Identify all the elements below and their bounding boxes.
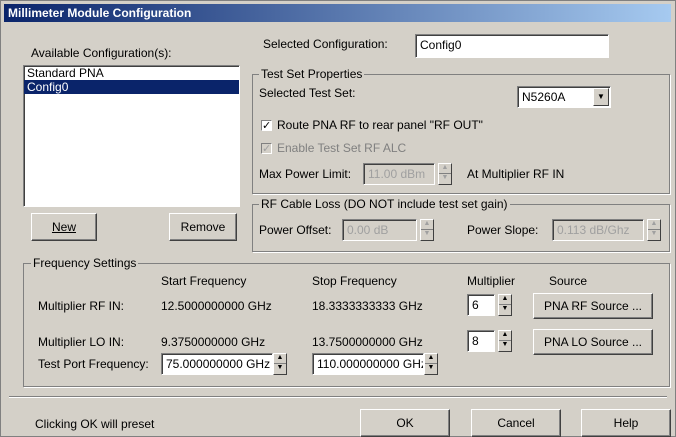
rf-multiplier-field[interactable]: 6 <box>467 294 495 316</box>
spin-down-icon[interactable]: ▼ <box>439 174 451 184</box>
enable-alc-checkbox[interactable]: ✓ <box>261 143 272 155</box>
power-slope-label: Power Slope: <box>467 223 539 237</box>
route-rf-checkbox[interactable]: ✓ <box>261 120 272 132</box>
spin-up-icon[interactable]: ▲ <box>421 220 433 230</box>
source-header: Source <box>549 274 588 288</box>
rf-start-frequency: 12.5000000000 GHz <box>161 299 272 313</box>
test-set-properties-label: Test Set Properties <box>259 67 365 81</box>
power-offset-spinner[interactable]: ▲ ▼ <box>420 219 434 241</box>
remove-button-label: Remove <box>180 220 226 234</box>
config-item-standard-pna[interactable]: Standard PNA <box>24 66 239 80</box>
power-offset-label: Power Offset: <box>259 223 332 237</box>
at-multiplier-label: At Multiplier RF IN <box>467 167 565 181</box>
lo-multiplier-spinner[interactable]: ▲ ▼ <box>498 330 512 352</box>
window-title: Millimeter Module Configuration <box>8 6 192 20</box>
pna-rf-source-button[interactable]: PNA RF Source ... <box>533 293 653 319</box>
cancel-button-label: Cancel <box>497 416 535 430</box>
multiplier-lo-in-label: Multiplier LO IN: <box>38 335 125 349</box>
ok-button[interactable]: OK <box>360 409 450 437</box>
start-frequency-header: Start Frequency <box>161 274 247 288</box>
spin-down-icon[interactable]: ▼ <box>274 364 286 374</box>
max-power-spinner[interactable]: ▲ ▼ <box>438 163 452 185</box>
pna-rf-source-label: PNA RF Source ... <box>543 299 643 313</box>
power-offset-field[interactable]: 0.00 dB <box>342 219 417 241</box>
new-button-label: New <box>51 220 76 234</box>
test-port-stop-field[interactable]: 110.000000000 GHz <box>312 353 424 375</box>
test-port-start-spinner[interactable]: ▲ ▼ <box>273 353 287 375</box>
ok-button-label: OK <box>396 416 414 430</box>
available-configurations-label: Available Configuration(s): <box>31 46 172 60</box>
spin-up-icon[interactable]: ▲ <box>439 164 451 174</box>
stop-frequency-header: Stop Frequency <box>312 274 397 288</box>
selected-configuration-field[interactable]: Config0 <box>415 34 609 58</box>
cancel-button[interactable]: Cancel <box>471 409 561 437</box>
rf-stop-frequency: 18.3333333333 GHz <box>312 299 423 313</box>
remove-button[interactable]: Remove <box>169 213 237 241</box>
selected-test-set-label: Selected Test Set: <box>259 86 356 100</box>
new-button[interactable]: New <box>31 213 97 241</box>
footer-separator <box>9 396 667 398</box>
lo-multiplier-field[interactable]: 8 <box>467 330 495 352</box>
spin-down-icon[interactable]: ▼ <box>499 305 511 315</box>
rf-multiplier-spinner[interactable]: ▲ ▼ <box>498 294 512 316</box>
config-item-config0[interactable]: Config0 <box>24 80 239 94</box>
title-bar: Millimeter Module Configuration <box>4 4 671 22</box>
test-port-frequency-label: Test Port Frequency: <box>38 357 149 371</box>
rf-cable-loss-label: RF Cable Loss (DO NOT include test set g… <box>259 197 510 211</box>
pna-lo-source-label: PNA LO Source ... <box>543 335 643 349</box>
lo-stop-frequency: 13.7500000000 GHz <box>312 335 423 349</box>
spin-up-icon[interactable]: ▲ <box>499 295 511 305</box>
spin-down-icon[interactable]: ▼ <box>499 341 511 351</box>
pna-lo-source-button[interactable]: PNA LO Source ... <box>533 329 653 355</box>
max-power-field[interactable]: 11.00 dBm <box>363 163 435 185</box>
power-slope-spinner[interactable]: ▲ ▼ <box>647 219 661 241</box>
spin-up-icon[interactable]: ▲ <box>499 331 511 341</box>
spin-up-icon[interactable]: ▲ <box>425 354 437 364</box>
configurations-listbox[interactable]: Standard PNA Config0 <box>23 65 240 207</box>
frequency-settings-label: Frequency Settings <box>31 256 139 270</box>
max-power-label: Max Power Limit: <box>259 167 352 181</box>
power-slope-field[interactable]: 0.113 dB/Ghz <box>552 219 644 241</box>
spin-up-icon[interactable]: ▲ <box>274 354 286 364</box>
help-button[interactable]: Help <box>581 409 671 437</box>
route-rf-label: Route PNA RF to rear panel "RF OUT" <box>277 118 483 132</box>
test-port-start-field[interactable]: 75.000000000 GHz <box>161 353 273 375</box>
lo-start-frequency: 9.3750000000 GHz <box>161 335 266 349</box>
spin-up-icon[interactable]: ▲ <box>648 220 660 230</box>
spin-down-icon[interactable]: ▼ <box>425 364 437 374</box>
status-text: Clicking OK will preset <box>35 417 155 431</box>
dialog-window: Millimeter Module Configuration Availabl… <box>0 0 676 437</box>
spin-down-icon[interactable]: ▼ <box>648 230 660 240</box>
test-port-stop-spinner[interactable]: ▲ ▼ <box>424 353 438 375</box>
multiplier-rf-in-label: Multiplier RF IN: <box>38 299 125 313</box>
spin-down-icon[interactable]: ▼ <box>421 230 433 240</box>
help-button-label: Help <box>613 416 639 430</box>
multiplier-header: Multiplier <box>467 274 516 288</box>
chevron-down-icon[interactable]: ▼ <box>593 88 609 106</box>
selected-configuration-label: Selected Configuration: <box>263 37 388 51</box>
enable-alc-label: Enable Test Set RF ALC <box>277 141 407 155</box>
